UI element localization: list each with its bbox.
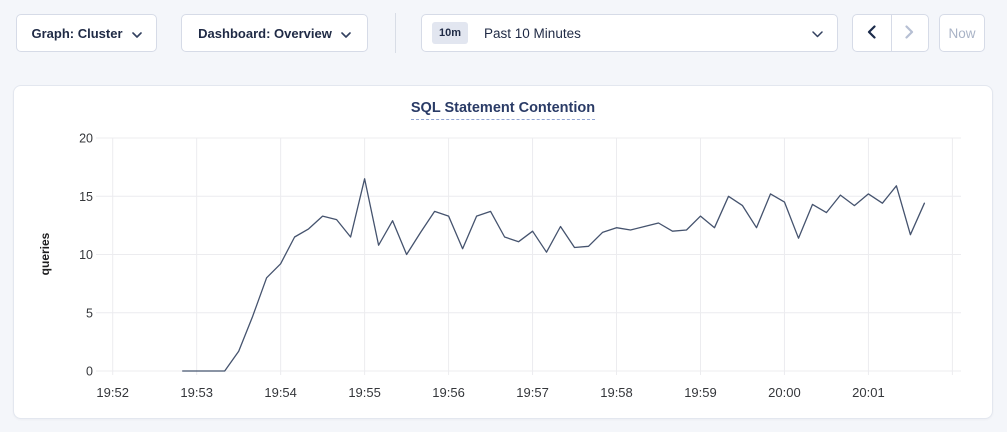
now-button[interactable]: Now	[939, 14, 985, 52]
x-tick-label: 19:55	[348, 385, 381, 400]
page: Graph: Cluster Dashboard: Overview 10m P…	[0, 0, 1007, 432]
x-tick-label: 20:01	[852, 385, 885, 400]
chevron-left-icon	[867, 25, 876, 42]
x-tick-label: 20:00	[768, 385, 801, 400]
sql-contention-line-chart: 0 5 10 15 20 19:52 19:53 19:54 19:55 19:56 19:57 19…	[14, 116, 994, 416]
chevron-down-icon	[812, 26, 823, 41]
chart-panel: SQL Statement Contention 0510152019:5219…	[13, 85, 993, 419]
y-tick-label: 20	[79, 132, 93, 146]
time-range-label: Past 10 Minutes	[484, 26, 812, 41]
x-tick-label: 19:54	[264, 385, 297, 400]
y-tick-label: 5	[86, 306, 93, 320]
x-tick-label: 19:52	[96, 385, 129, 400]
y-tick-label: 15	[79, 190, 93, 204]
dashboard-dropdown-label: Dashboard: Overview	[198, 26, 332, 41]
y-tick-label: 0	[86, 365, 93, 379]
time-next-button[interactable]	[891, 15, 929, 51]
x-tick-label: 19:56	[432, 385, 465, 400]
chevron-down-icon	[341, 26, 351, 41]
x-tick-label: 19:58	[600, 385, 633, 400]
graph-dropdown-label: Graph: Cluster	[31, 26, 122, 41]
toolbar-divider	[395, 13, 396, 53]
dashboard-dropdown[interactable]: Dashboard: Overview	[181, 14, 368, 52]
y-tick-label: 10	[79, 248, 93, 262]
time-range-badge: 10m	[432, 22, 468, 44]
x-tick-label: 19:57	[516, 385, 549, 400]
chevron-down-icon	[132, 26, 142, 41]
chart-line	[183, 179, 925, 371]
x-tick-label: 19:53	[180, 385, 213, 400]
time-range-selector[interactable]: 10m Past 10 Minutes	[421, 14, 838, 52]
x-tick-label: 19:59	[684, 385, 717, 400]
time-prev-button[interactable]	[853, 15, 891, 51]
y-axis-title: queries	[38, 232, 52, 275]
time-window-arrows	[852, 14, 929, 52]
chevron-right-icon	[905, 25, 914, 42]
graph-dropdown[interactable]: Graph: Cluster	[16, 14, 157, 52]
